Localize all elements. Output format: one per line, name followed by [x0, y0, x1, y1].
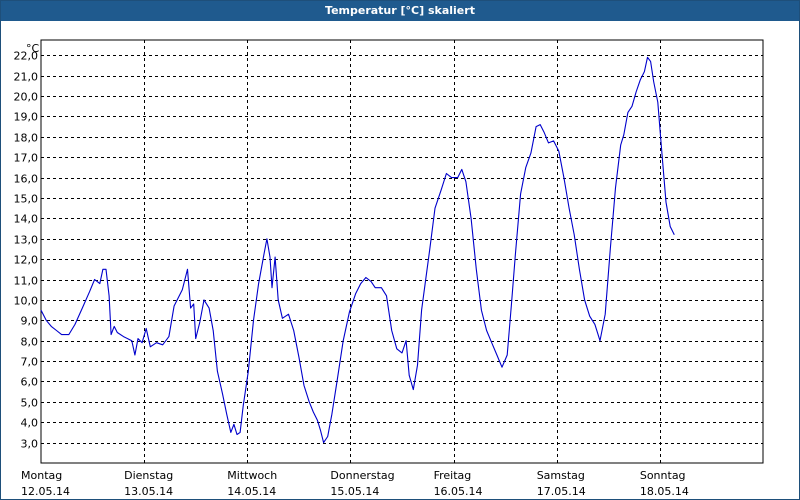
- y-tick-label: 12,0: [14, 254, 39, 267]
- series: [40, 56, 675, 444]
- x-tick-day: Samstag: [537, 469, 585, 482]
- chart-window: Temperatur [°C] skaliert °C 3,0 4,0 5,0 6,0…: [0, 0, 800, 500]
- x-tick-date: 13.05.14: [124, 485, 173, 498]
- y-tick-label: 7,0: [21, 356, 39, 369]
- y-tick-label: 13,0: [14, 234, 39, 247]
- y-tick-label: 11,0: [14, 275, 39, 288]
- x-tick-day: Mittwoch: [227, 469, 277, 482]
- y-tick-label: 8,0: [21, 336, 39, 349]
- x-tick-day: Montag: [21, 469, 62, 482]
- y-tick-label: 5,0: [21, 397, 39, 410]
- x-tick-date: 18.05.14: [640, 485, 689, 498]
- y-tick-label: 14,0: [14, 213, 39, 226]
- y-tick-label: 22,0: [14, 50, 39, 63]
- x-tick-date: 16.05.14: [434, 485, 483, 498]
- plot-frame: [40, 39, 764, 464]
- x-tick-date: 14.05.14: [227, 485, 276, 498]
- y-tick-label: 3,0: [21, 438, 39, 451]
- x-tick-date: 15.05.14: [330, 485, 379, 498]
- grid: [41, 40, 763, 463]
- y-tick-label: 18,0: [14, 132, 39, 145]
- x-tick-day: Dienstag: [124, 469, 173, 482]
- y-tick-label: 10,0: [14, 295, 39, 308]
- y-tick-label: 6,0: [21, 376, 39, 389]
- y-tick-label: 21,0: [14, 71, 39, 84]
- x-tick-day: Sonntag: [640, 469, 686, 482]
- y-tick-label: 17,0: [14, 152, 39, 165]
- y-tick-label: 9,0: [21, 315, 39, 328]
- temperature-line: [40, 56, 675, 444]
- y-tick-label: 16,0: [14, 173, 39, 186]
- x-tick-day: Donnerstag: [330, 469, 394, 482]
- x-tick-labels: Montag 12.05.14 Dienstag 13.05.14 Mittwoch 14…: [21, 469, 689, 498]
- y-tick-label: 19,0: [14, 111, 39, 124]
- x-tick-date: 17.05.14: [537, 485, 586, 498]
- y-tick-label: 4,0: [21, 417, 39, 430]
- y-tick-labels: 3,0 4,0 5,0 6,0 7,0 8,0 9,0 10,0 11,0 12,0 13,0 14,…: [14, 50, 39, 451]
- y-tick-label: 20,0: [14, 91, 39, 104]
- x-tick-day: Freitag: [434, 469, 472, 482]
- x-tick-date: 12.05.14: [21, 485, 70, 498]
- y-tick-label: 15,0: [14, 193, 39, 206]
- temperature-chart: °C 3,04,05,06,07,08,09,010,011,012,013,0…: [14, 39, 764, 498]
